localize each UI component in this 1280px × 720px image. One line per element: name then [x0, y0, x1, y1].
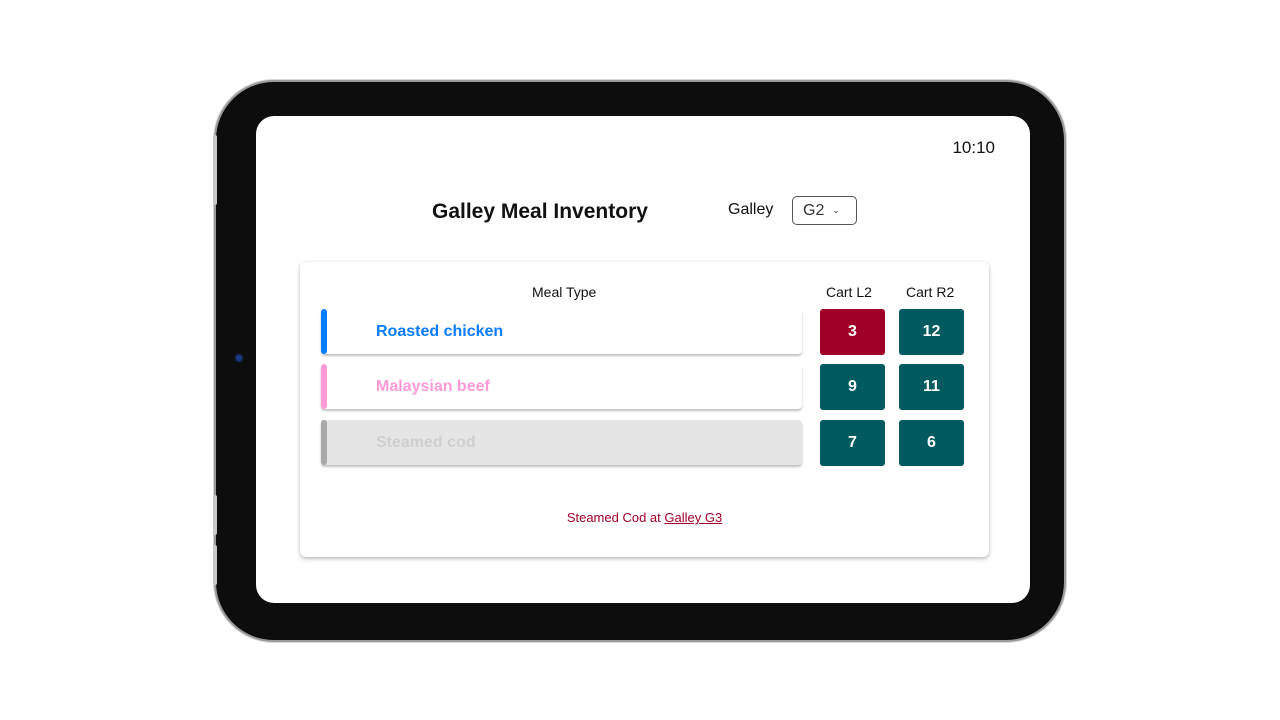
page-title: Galley Meal Inventory [432, 200, 648, 223]
cart-l2-count-cell[interactable]: 7 [820, 420, 885, 466]
meal-row-malaysian-beef[interactable]: Malaysian beef [321, 364, 802, 409]
power-button [213, 545, 217, 585]
meal-label: Malaysian beef [376, 377, 490, 395]
tablet-screen: 10:10 Galley Meal Inventory Galley G2 ⌄ … [256, 116, 1030, 603]
meal-accent-bar [321, 364, 327, 409]
cart-r2-count-cell[interactable]: 6 [899, 420, 964, 466]
galley-dropdown[interactable]: G2 ⌄ [792, 196, 857, 225]
meal-row-steamed-cod[interactable]: Steamed cod [321, 420, 802, 465]
cart-l2-count-cell[interactable]: 3 [820, 309, 885, 355]
availability-message: Steamed Cod at Galley G3 [300, 510, 989, 525]
inventory-card: Meal Type Cart L2 Cart R2 Roasted chicke… [300, 262, 989, 557]
meal-row-roasted-chicken[interactable]: Roasted chicken [321, 309, 802, 354]
cart-r2-count-cell[interactable]: 12 [899, 309, 964, 355]
galley-label: Galley [728, 201, 774, 218]
galley-g3-link[interactable]: Galley G3 [664, 510, 722, 525]
cart-r2-count-cell[interactable]: 11 [899, 364, 964, 410]
column-header-cart-l2: Cart L2 [826, 284, 872, 300]
galley-selected-value: G2 [803, 201, 825, 219]
camera-icon [236, 355, 242, 361]
column-header-meal-type: Meal Type [532, 284, 597, 300]
meal-label: Steamed cod [376, 433, 476, 451]
meal-label: Roasted chicken [376, 322, 504, 340]
availability-message-text: Steamed Cod at [566, 510, 665, 525]
cart-l2-count-cell[interactable]: 9 [820, 364, 885, 410]
status-time: 10:10 [952, 138, 995, 157]
volume-up-button [213, 135, 217, 205]
meal-accent-bar [321, 420, 327, 465]
volume-down-button [213, 495, 217, 535]
column-header-cart-r2: Cart R2 [906, 284, 955, 300]
meal-accent-bar [321, 309, 327, 354]
chevron-down-icon: ⌄ [832, 205, 840, 215]
